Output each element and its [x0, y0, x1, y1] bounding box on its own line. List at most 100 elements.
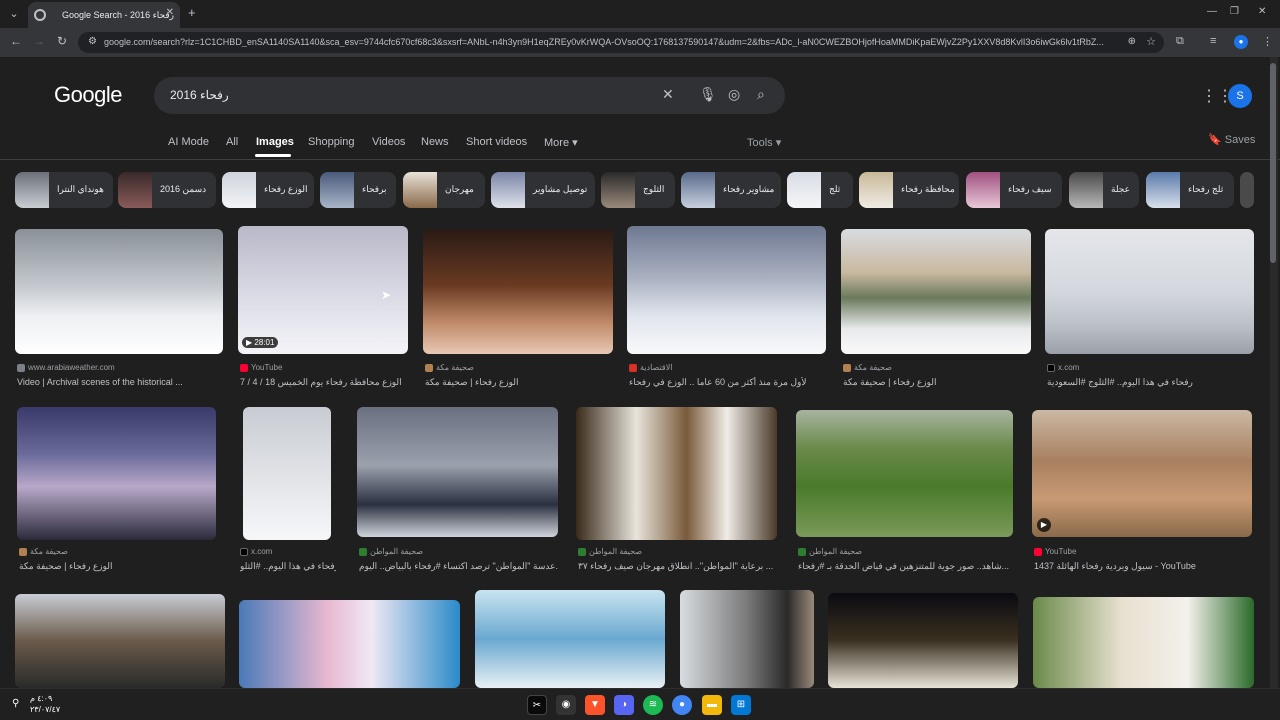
result-title[interactable]: عدسة "المواطن" ترصد اكتساء #رفحاء بالبيا… [359, 561, 558, 572]
result-source[interactable]: صحيفة المواطن [359, 547, 423, 556]
tab-short-videos[interactable]: Short videos [466, 136, 527, 148]
page-scrollbar[interactable] [1270, 57, 1278, 688]
result-title[interactable]: الوزع رفحاء | صحيفة مكة [19, 561, 216, 572]
browser-tab[interactable]: Google Search - رفحاء 2016 ✕ [28, 2, 180, 28]
result-thumbnail[interactable] [423, 229, 613, 354]
result-source[interactable]: x.com [240, 547, 272, 556]
image-result[interactable] [15, 594, 225, 688]
maximize-icon[interactable]: ❐ [1230, 6, 1239, 17]
account-avatar[interactable]: S [1228, 84, 1252, 108]
image-result[interactable]: صحيفة المواطن برعاية "المواطن".. انطلاق … [576, 407, 777, 577]
voice-search-icon[interactable]: 🎙 [699, 86, 717, 103]
result-title[interactable]: Video | Archival scenes of the historica… [17, 377, 222, 387]
refine-chip[interactable]: ثلج رفحاء [1146, 172, 1234, 208]
image-result[interactable]: صحيفة مكة الوزع رفحاء | صحيفة مكة [841, 229, 1031, 389]
spotify-icon[interactable]: ≋ [643, 695, 663, 715]
image-result[interactable] [680, 590, 814, 688]
refine-chip[interactable]: محافظة رفحاء [859, 172, 959, 208]
result-thumbnail[interactable] [1032, 410, 1252, 537]
image-result[interactable]: صحيفة المواطن شاهد.. صور جوية للمتنزهين … [796, 410, 1013, 577]
steam-icon[interactable]: ◉ [556, 695, 576, 715]
tab-ai-mode[interactable]: AI Mode [168, 136, 209, 148]
image-result[interactable]: x.com رفحاء في هذا اليوم.. #الثلو... [238, 407, 336, 577]
result-title[interactable]: الوزع رفحاء | صحيفة مكة [843, 377, 1031, 388]
result-title[interactable]: سيول وبردية رفحاء الهائلة 1437 - YouTube [1034, 561, 1252, 572]
result-thumbnail[interactable] [841, 229, 1031, 354]
result-source[interactable]: صحيفة مكة [843, 363, 892, 372]
result-thumbnail[interactable] [17, 407, 216, 540]
close-window-icon[interactable]: ✕ [1258, 6, 1266, 17]
capcut-icon[interactable]: ✂ [527, 695, 547, 715]
refine-chip[interactable]: مشاوير رفحاء [681, 172, 781, 208]
forward-icon[interactable]: → [33, 34, 45, 48]
refine-chip[interactable]: الثلوج [601, 172, 675, 208]
site-info-icon[interactable]: ⚙ [88, 36, 97, 47]
tab-images[interactable]: Images [256, 136, 294, 148]
windows-start-icon[interactable]: ⊞ [731, 695, 751, 715]
search-icon[interactable]: ⌕ [757, 86, 765, 103]
image-result[interactable]: ▶ 28:01 YouTube الوزع محافظة رفحاء يوم ا… [238, 226, 408, 389]
result-source[interactable]: صحيفة مكة [425, 363, 474, 372]
saves-button[interactable]: 🔖 Saves [1208, 133, 1255, 146]
url-text[interactable]: google.com/search?rlz=1C1CHBD_enSA1140SA… [104, 37, 1104, 47]
tools-button[interactable]: Tools ▾ [747, 136, 781, 149]
refine-chip[interactable]: مهرجان [403, 172, 485, 208]
refine-chip[interactable]: عجلة [1069, 172, 1139, 208]
profile-avatar-icon[interactable]: ● [1234, 35, 1248, 49]
refine-chip[interactable]: ثلج [787, 172, 853, 208]
image-result[interactable] [239, 600, 460, 688]
refine-chip[interactable]: سيف رفحاء [966, 172, 1062, 208]
result-source[interactable]: صحيفة المواطن [798, 547, 862, 556]
back-icon[interactable]: ← [10, 34, 22, 48]
scrollbar-thumb[interactable] [1270, 63, 1276, 263]
image-result[interactable] [1033, 597, 1254, 688]
bookmark-star-icon[interactable]: ☆ [1146, 35, 1156, 48]
brave-icon[interactable]: ▼ [585, 695, 605, 715]
search-input[interactable]: رفحاء 2016 [170, 88, 229, 102]
result-title[interactable]: الوزع محافظة رفحاء يوم الخميس 18 / 4 / 7 [240, 377, 408, 388]
image-result[interactable]: www.arabiaweather.com Video | Archival s… [15, 229, 223, 389]
result-thumbnail[interactable] [357, 407, 558, 537]
image-result[interactable]: صحيفة مكة الوزع رفحاء | صحيفة مكة [423, 229, 613, 389]
lens-icon[interactable]: ◎ [728, 86, 740, 103]
tab-videos[interactable]: Videos [372, 136, 405, 148]
tab-shopping[interactable]: Shopping [308, 136, 355, 148]
minimize-icon[interactable]: — [1207, 6, 1217, 17]
result-title[interactable]: الوزع رفحاء | صحيفة مكة [425, 377, 613, 388]
tab-all[interactable]: All [226, 136, 238, 148]
refine-chip[interactable]: برفحاء [320, 172, 396, 208]
result-source[interactable]: www.arabiaweather.com [17, 363, 115, 372]
tab-search-icon[interactable]: ⌄ [6, 6, 22, 22]
image-result[interactable]: x.com رفحاء في هذا اليوم.. #الثلوج #السع… [1045, 229, 1254, 389]
new-tab-icon[interactable]: + [188, 5, 196, 20]
close-tab-icon[interactable]: ✕ [166, 7, 174, 18]
result-source[interactable]: YouTube [1034, 547, 1076, 556]
zoom-icon[interactable]: ⊕ [1128, 36, 1136, 47]
tab-more[interactable]: More ▾ [544, 136, 578, 149]
result-title[interactable]: شاهد.. صور جوية للمتنزهين في فياض الحدقة… [798, 561, 1013, 572]
network-icon[interactable]: ⚲ [12, 698, 19, 709]
reading-list-icon[interactable]: ≡ [1210, 35, 1216, 47]
result-title[interactable]: لأول مرة منذ أكثر من 60 عاما .. الوزع في… [629, 377, 826, 388]
play-icon[interactable]: ▶ [1037, 518, 1051, 532]
result-thumbnail[interactable] [627, 226, 826, 354]
search-box[interactable]: رفحاء 2016 ✕ 🎙 ◎ ⌕ [154, 77, 785, 114]
refine-chip[interactable]: الوزع رفحاء [222, 172, 314, 208]
result-thumbnail[interactable] [576, 407, 777, 540]
system-clock[interactable]: ٤:٠٩ م ٢٣/٠٧/٤٧ [30, 693, 60, 715]
result-source[interactable]: x.com [1047, 363, 1079, 372]
result-title[interactable]: برعاية "المواطن".. انطلاق مهرجان صيف رفح… [578, 561, 777, 572]
result-source[interactable]: صحيفة المواطن [578, 547, 642, 556]
discord-icon[interactable]: ◑ [614, 695, 634, 715]
image-result[interactable] [828, 593, 1018, 688]
image-result[interactable] [475, 590, 665, 688]
clear-icon[interactable]: ✕ [662, 86, 674, 103]
result-thumbnail[interactable] [1045, 229, 1254, 354]
result-source[interactable]: الاقتصادية [629, 363, 672, 372]
menu-kebab-icon[interactable]: ⋮ [1262, 35, 1273, 48]
chrome-icon[interactable]: ● [672, 695, 692, 715]
extensions-icon[interactable]: ⧉ [1176, 35, 1184, 48]
image-result[interactable]: صحيفة مكة الوزع رفحاء | صحيفة مكة [17, 407, 216, 577]
tab-news[interactable]: News [421, 136, 449, 148]
refine-chip[interactable]: هونداي النترا [15, 172, 113, 208]
